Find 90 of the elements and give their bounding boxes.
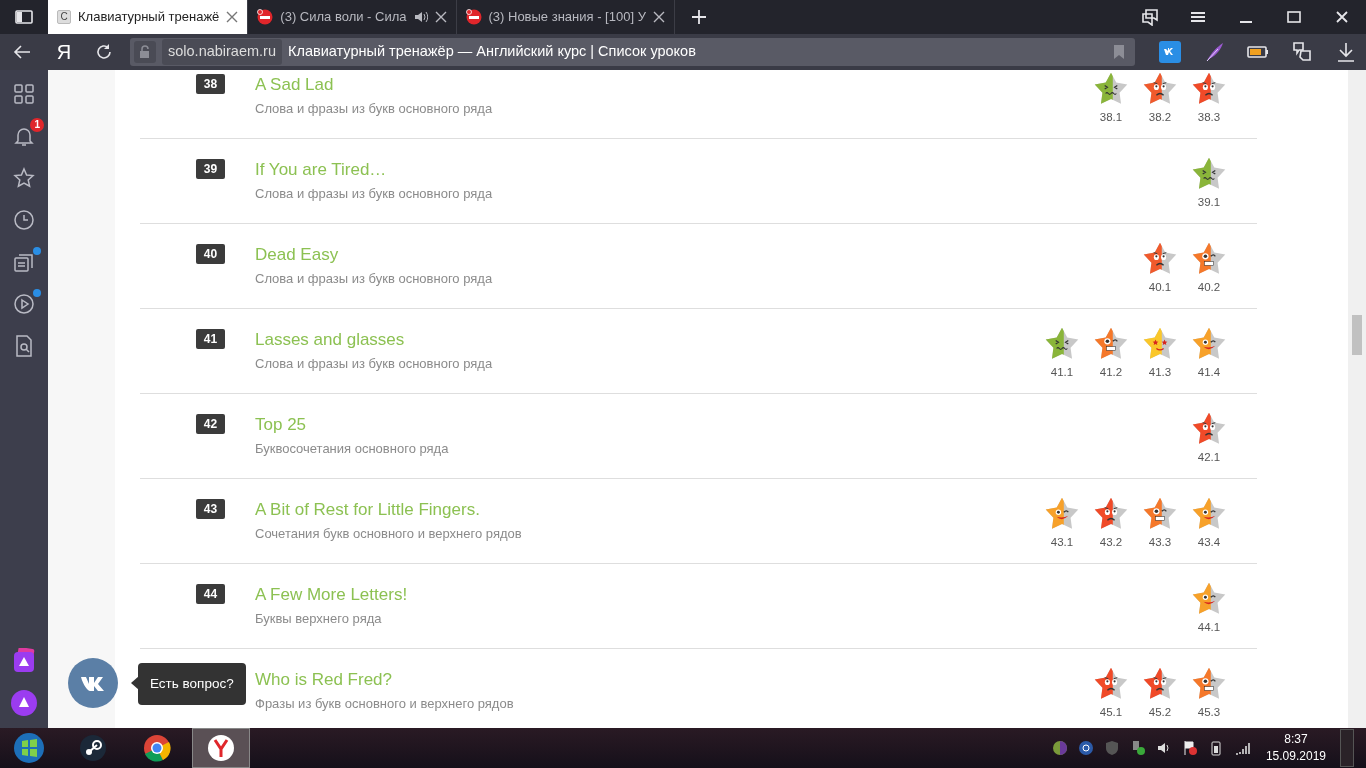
reload-icon[interactable] [95, 43, 113, 61]
lesson-description: Слова и фразы из букв основного ряда [255, 355, 494, 373]
vk-chat-icon [80, 675, 106, 691]
collections-icon[interactable] [1141, 8, 1159, 26]
lesson-number: 40 [196, 244, 225, 264]
lesson-number: 44 [196, 584, 225, 604]
status-dot [33, 247, 41, 255]
star-icon[interactable] [12, 166, 36, 190]
volume-icon[interactable] [1155, 740, 1172, 756]
lesson-title-link[interactable]: If You are Tired… [255, 160, 387, 179]
yandex-logo[interactable]: Я [44, 36, 84, 68]
lesson-description: Сочетания букв основного и верхнего рядов [255, 525, 523, 543]
lesson-number: 43 [196, 499, 225, 519]
lesson-title-link[interactable]: Who is Red Fred? [255, 670, 392, 689]
star-score: 43.1 [1050, 535, 1074, 550]
star-score: 45.2 [1148, 705, 1172, 720]
lesson-description: Слова и фразы из букв основного ряда [255, 100, 494, 118]
star-score: 38.1 [1099, 110, 1123, 125]
tab-title: (3) Новые знания - [100] У [488, 9, 646, 25]
tab-title: (3) Сила воли - Сила [280, 9, 407, 25]
star-score: 38.2 [1148, 110, 1172, 125]
lock-icon[interactable] [134, 41, 156, 63]
download-icon[interactable] [1335, 41, 1357, 63]
cloud-gear-icon[interactable] [1077, 740, 1094, 756]
lesson-title-link[interactable]: Lasses and glasses [255, 330, 405, 349]
lesson-description: Слова и фразы из букв основного ряда [255, 270, 494, 288]
lesson-number: 41 [196, 329, 225, 349]
globe-icon[interactable] [1051, 740, 1068, 756]
flag-icon[interactable] [1181, 740, 1198, 756]
scrollbar-thumb[interactable] [1352, 315, 1362, 355]
new-tab-icon[interactable] [690, 9, 707, 25]
close-icon[interactable] [434, 11, 447, 23]
star-score: 45.1 [1099, 705, 1123, 720]
lesson-number: 42 [196, 414, 225, 434]
star-score: 40.1 [1148, 280, 1172, 295]
lesson-description: Буквосочетания основного ряда [255, 440, 450, 458]
star-score: 39.1 [1197, 195, 1221, 210]
yandex-browser-icon[interactable] [207, 734, 235, 762]
start-orb-icon [13, 732, 45, 764]
star-score: 43.4 [1197, 535, 1221, 550]
star-score: 45.3 [1197, 705, 1221, 720]
shield-icon[interactable] [1103, 740, 1120, 756]
site-domain: solo.nabiraem.ru [162, 39, 282, 65]
back-icon[interactable] [13, 44, 31, 60]
lesson-title-link[interactable]: Top 25 [255, 415, 307, 434]
alice-app-icon[interactable] [12, 648, 36, 672]
status-dot [33, 289, 41, 297]
favicon-icon: С [57, 10, 71, 24]
maximize-icon[interactable] [1285, 8, 1303, 26]
star-score: 43.3 [1148, 535, 1172, 550]
lesson-title-link[interactable]: A Bit of Rest for Little Fingers. [255, 500, 480, 519]
tabs-panel-icon [15, 10, 33, 24]
browser-tab[interactable]: С Клавиатурный тренажё [48, 0, 249, 34]
page-title: Клавиатурный тренажёр — Английский курс | Список уроков [288, 42, 697, 62]
lesson-description: Фразы из букв основного и верхнего рядов [255, 695, 515, 713]
tab-title: Клавиатурный тренажё [78, 9, 220, 25]
star-score: 38.3 [1197, 110, 1221, 125]
lesson-number: 39 [196, 159, 225, 179]
signal-icon[interactable] [1233, 740, 1250, 756]
steam-icon[interactable] [79, 734, 107, 762]
alice-icon[interactable] [11, 690, 37, 716]
translate-icon[interactable] [1291, 41, 1313, 63]
play-icon[interactable] [12, 292, 36, 316]
star-score: 41.4 [1197, 365, 1221, 380]
lesson-description: Буквы верхнего ряда [255, 610, 383, 628]
close-icon[interactable] [652, 11, 665, 23]
apps-icon[interactable] [12, 82, 36, 106]
lesson-title-link[interactable]: Dead Easy [255, 245, 339, 264]
history-icon[interactable] [12, 208, 36, 232]
notification-count: 1 [30, 118, 44, 132]
clock-date: 15.09.2019 [1265, 748, 1326, 765]
star-score: 41.3 [1148, 365, 1172, 380]
vk-extension-icon[interactable] [1159, 41, 1181, 63]
star-score: 40.2 [1197, 280, 1221, 295]
star-score: 41.1 [1050, 365, 1074, 380]
lesson-number: 38 [196, 74, 225, 94]
star-score: 41.2 [1099, 365, 1123, 380]
lesson-description: Слова и фразы из букв основного ряда [255, 185, 494, 203]
star-score: 43.2 [1099, 535, 1123, 550]
favicon-icon [257, 9, 274, 25]
favicon-icon [465, 9, 482, 25]
lesson-title-link[interactable]: A Few More Letters! [255, 585, 408, 604]
star-score: 44.1 [1197, 620, 1221, 635]
lesson-title-link[interactable]: A Sad Lad [255, 75, 334, 94]
clock-time: 8:37 [1283, 731, 1309, 748]
chat-tooltip: Есть вопрос? [138, 663, 246, 706]
address-bar[interactable]: solo.nabiraem.ru Клавиатурный тренажёр — Английский курс | Список уроков [130, 38, 1135, 66]
speaker-icon[interactable] [413, 11, 428, 23]
chrome-icon[interactable] [143, 734, 171, 762]
star-score: 42.1 [1197, 450, 1221, 465]
